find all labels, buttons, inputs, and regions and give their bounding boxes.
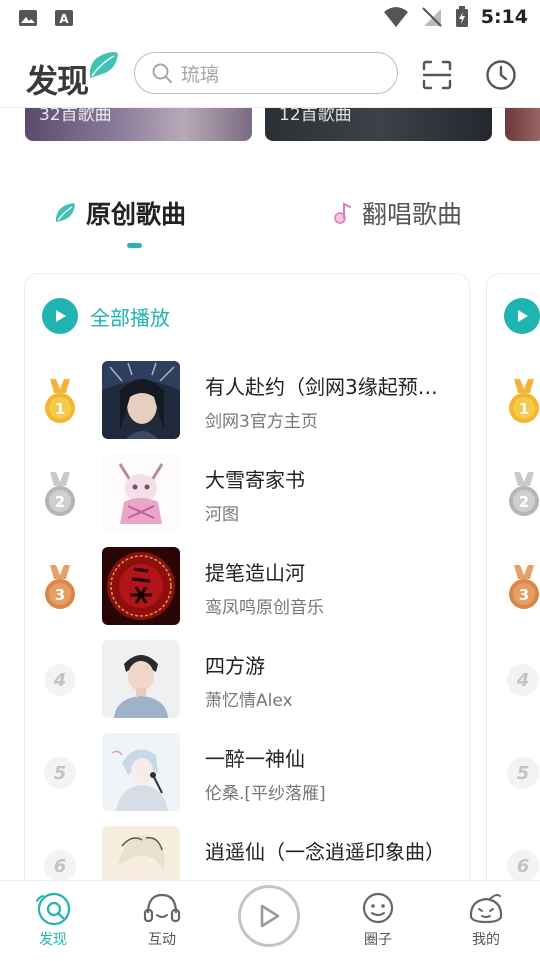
song-cover — [102, 640, 180, 718]
nav-discover[interactable]: 发现 — [18, 891, 88, 949]
leaf-tab-icon — [55, 203, 75, 222]
gold-medal-icon: 1 — [45, 379, 75, 423]
disc-icon — [36, 892, 71, 926]
music-note-icon — [334, 202, 351, 224]
song-title: 一醉一神仙 — [205, 747, 305, 771]
song-title: 有人赴约（剑网3缘起预… — [205, 375, 438, 399]
no-signal-icon — [422, 7, 442, 27]
tab-cover-songs[interactable]: 翻唱歌曲 — [332, 195, 462, 231]
song-cover — [102, 454, 180, 532]
song-title: 提笔造山河 — [205, 561, 305, 585]
bottom-nav: 发现 互动 圈子 我的 — [0, 880, 540, 961]
play-circle[interactable] — [504, 298, 540, 334]
active-tab-indicator — [127, 243, 142, 248]
play-all-label: 全部播放 — [90, 305, 170, 330]
play-icon — [518, 310, 528, 322]
app-header: 发现 琉璃 — [0, 40, 540, 108]
cover-songs-card-peek: 1 2 3 4 5 6 — [486, 273, 540, 913]
nav-interact[interactable]: 互动 — [127, 891, 197, 949]
play-circle — [42, 298, 78, 334]
tab-original-label: 原创歌曲 — [86, 200, 187, 229]
song-row[interactable]: 4 四方游 萧忆情Alex — [25, 640, 471, 720]
bronze-medal-icon: 3 — [509, 565, 539, 609]
svg-text:1: 1 — [55, 400, 65, 418]
leaf-icon — [89, 52, 118, 78]
rank-badge: 5 — [507, 757, 539, 789]
headphones-face-icon — [143, 893, 181, 923]
song-cover — [102, 733, 180, 811]
nav-circle-label: 圈子 — [364, 932, 392, 948]
rank-badge: 5 — [44, 757, 76, 789]
rank-badge: 6 — [507, 850, 539, 882]
song-type-tabs: 原创歌曲 翻唱歌曲 — [0, 195, 540, 255]
nav-interact-label: 互动 — [148, 932, 176, 948]
rank-badge: 4 — [44, 664, 76, 696]
playlist-banner-count: 32首歌曲 — [39, 108, 112, 125]
play-icon — [260, 904, 280, 928]
nav-discover-label: 发现 — [39, 932, 67, 948]
rank-badge: 4 — [507, 664, 539, 696]
scan-icon[interactable] — [420, 58, 454, 92]
search-icon — [152, 63, 172, 83]
song-row[interactable]: 1 有人赴约（剑网3缘起预… 剑网3官方主页 — [25, 361, 471, 441]
song-cover — [102, 547, 180, 625]
song-artist: 伦桑.[平纱落雁] — [205, 784, 326, 804]
silver-medal-icon: 2 — [45, 472, 75, 516]
search-placeholder: 琉璃 — [181, 63, 220, 86]
search-input[interactable]: 琉璃 — [134, 52, 398, 94]
svg-text:3: 3 — [55, 586, 65, 604]
battery-charging-icon — [455, 6, 468, 27]
rank-badge: 6 — [44, 850, 76, 882]
playlist-banner[interactable] — [505, 108, 540, 141]
song-title: 大雪寄家书 — [205, 468, 305, 492]
song-artist: 剑网3官方主页 — [205, 412, 318, 432]
song-row[interactable]: 5 一醉一神仙 伦桑.[平纱落雁] — [25, 733, 471, 813]
tab-cover-label: 翻唱歌曲 — [362, 200, 463, 229]
song-artist: 鸾凤鸣原创音乐 — [205, 598, 324, 618]
svg-text:A: A — [59, 12, 69, 26]
logo-text: 发现 — [26, 62, 89, 100]
song-row[interactable]: 2 大雪寄家书 河图 — [25, 454, 471, 534]
svg-text:2: 2 — [55, 493, 65, 511]
tab-original-songs[interactable]: 原创歌曲 — [52, 195, 186, 231]
nav-circle[interactable]: 圈子 — [343, 891, 413, 949]
bronze-medal-icon: 3 — [45, 565, 75, 609]
wifi-icon — [383, 7, 408, 27]
silver-medal-icon: 2 — [509, 472, 539, 516]
playlist-banner-count: 12首歌曲 — [279, 108, 352, 125]
svg-text:1: 1 — [519, 400, 529, 418]
app-logo: 发现 — [26, 50, 120, 100]
clock: 5:14 — [480, 6, 528, 28]
svg-text:2: 2 — [519, 493, 529, 511]
nav-mine-label: 我的 — [472, 932, 500, 948]
song-row[interactable]: 3 提笔造山河 鸾凤鸣原创音乐 — [25, 547, 471, 627]
image-notification-icon — [19, 10, 37, 26]
song-title: 逍遥仙（一念逍遥印象曲） — [205, 840, 445, 864]
chat-face-icon — [362, 892, 394, 924]
song-cover — [102, 361, 180, 439]
history-clock-icon[interactable] — [484, 58, 518, 92]
song-ranking-card: 全部播放 1 有人赴约（剑网3缘起预… 剑网3官方主页 2 大雪寄家书 河图 3… — [24, 273, 470, 913]
svg-text:3: 3 — [519, 586, 529, 604]
nav-mine[interactable]: 我的 — [451, 891, 521, 949]
song-artist: 萧忆情Alex — [205, 691, 293, 711]
status-bar: A 5:14 — [0, 0, 540, 36]
song-artist: 河图 — [205, 505, 239, 525]
play-all-button[interactable]: 全部播放 — [42, 298, 170, 334]
text-notification-icon: A — [55, 10, 73, 26]
profile-face-icon — [469, 894, 503, 924]
song-title: 四方游 — [205, 654, 265, 678]
playlist-banner[interactable]: 12首歌曲 — [265, 108, 492, 141]
play-icon — [56, 310, 66, 322]
player-play-button[interactable] — [238, 885, 300, 947]
gold-medal-icon: 1 — [509, 379, 539, 423]
playlist-banner[interactable]: 32首歌曲 — [25, 108, 252, 141]
